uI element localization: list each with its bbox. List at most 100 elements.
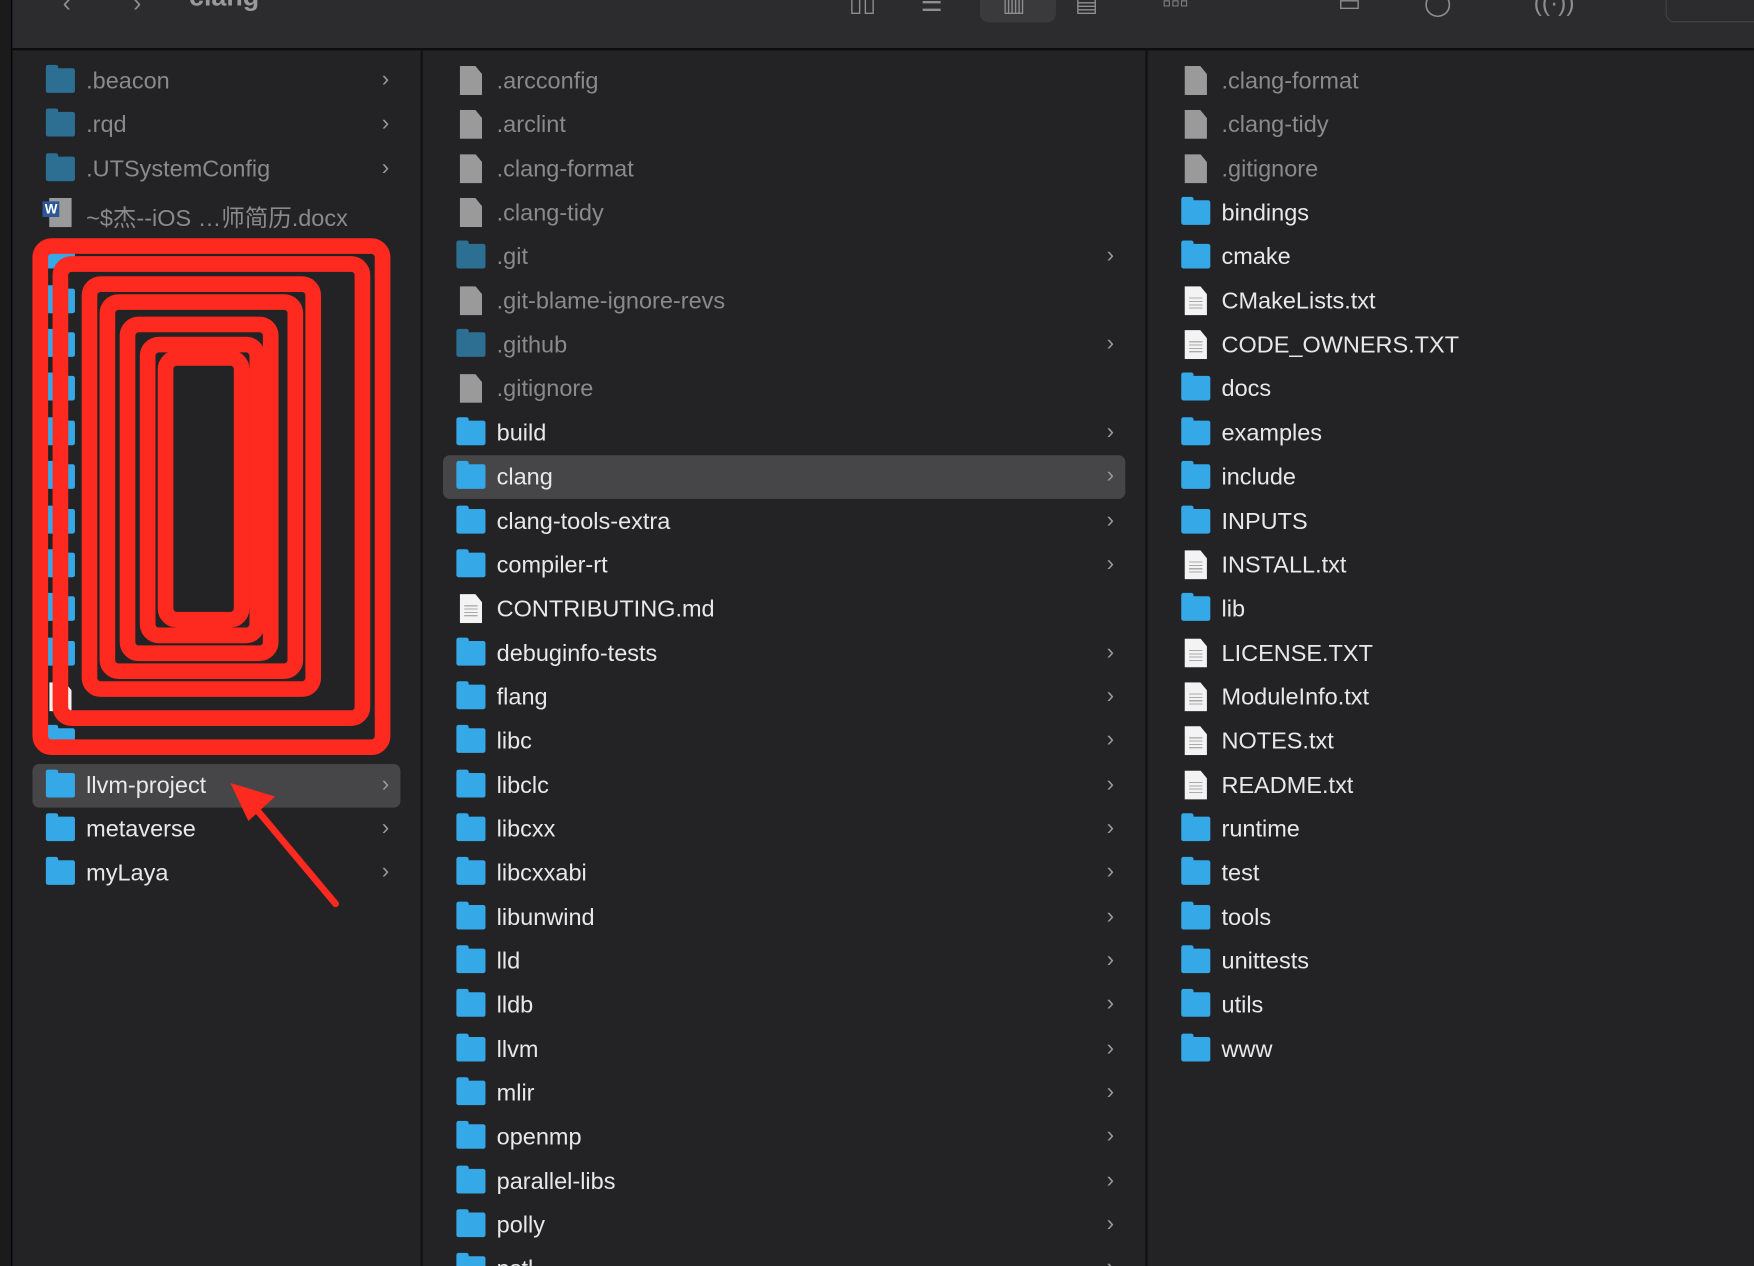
list-item[interactable]: libunwind › [443,896,1125,940]
list-item[interactable]: myLaya › [32,852,400,896]
list-item[interactable] [32,587,400,631]
list-item[interactable]: bindings [1168,191,1734,235]
list-item[interactable]: INPUTS [1168,499,1734,543]
list-item[interactable]: www [1168,1028,1734,1072]
group-icon[interactable]: ▫▫▫ [1162,0,1188,18]
list-item[interactable]: .git-blame-ignore-revs [443,279,1125,323]
folder-icon [45,328,75,357]
item-label: CMakeLists.txt [1221,288,1376,315]
list-item[interactable]: polly › [443,1204,1125,1248]
search-field[interactable] [1665,0,1754,23]
file-icon [1184,110,1207,140]
folder-icon [456,417,486,445]
list-view-icon[interactable]: ☰ [921,0,943,18]
list-item[interactable]: lib [1168,587,1734,631]
list-item[interactable]: ~$杰--iOS …师简历.docx [32,191,400,235]
list-item[interactable] [32,720,400,764]
list-item[interactable]: .clang-tidy [1168,103,1734,147]
folder-icon [456,769,486,798]
list-item[interactable]: .clang-format [1168,59,1734,103]
list-item[interactable]: cmake [1168,235,1734,279]
column-3[interactable]: .clang-format .clang-tidy .gitignore bindin… [1148,50,1754,1266]
airdrop-icon[interactable]: ((·)) [1534,0,1575,18]
list-item[interactable] [32,323,400,367]
chevron-left-icon[interactable]: ‹ [63,0,71,18]
item-label: www [1221,1036,1273,1063]
chevron-right-icon: › [1106,1211,1115,1237]
list-item[interactable]: libclc › [443,764,1125,808]
list-item[interactable]: .git › [443,235,1125,279]
list-item[interactable]: llvm-project › [32,763,401,808]
list-item[interactable]: LICENSE.TXT [1168,632,1734,676]
list-item[interactable]: examples [1168,411,1734,455]
list-item[interactable]: .clang-tidy [443,191,1125,235]
list-item[interactable]: tools [1168,896,1734,940]
list-item[interactable]: build › [443,411,1125,455]
list-item[interactable] [32,676,400,720]
column-1[interactable]: .beacon › .rqd › .UTSystemConfig › ~$杰--iOS …师… [12,50,423,1266]
list-item[interactable]: README.txt [1168,764,1734,808]
list-item[interactable]: pstl › [443,1248,1125,1266]
item-label: clang [496,464,553,491]
folder-icon [1181,989,1211,1018]
list-item[interactable]: CMakeLists.txt [1168,279,1734,323]
list-item[interactable]: .github › [443,323,1125,367]
list-item[interactable]: libc › [443,720,1125,764]
list-item[interactable]: .clang-format [443,147,1125,191]
list-item[interactable]: debuginfo-tests › [443,632,1125,676]
sidebar-toggle-icon[interactable]: ▯▯ [849,0,876,18]
list-item[interactable]: .arcconfig [443,59,1125,103]
folder-icon [45,549,75,578]
list-item[interactable] [32,411,400,455]
list-item[interactable]: compiler-rt › [443,543,1125,587]
list-item[interactable] [32,632,400,676]
list-item[interactable] [32,455,400,499]
list-item[interactable] [32,279,400,323]
gallery-view-icon[interactable]: ▤ [1075,0,1098,18]
list-item[interactable] [32,367,400,411]
list-item[interactable]: .arclint [443,103,1125,147]
list-item[interactable]: lldb › [443,984,1125,1028]
list-item[interactable]: ModuleInfo.txt [1168,676,1734,720]
list-item[interactable]: .rqd › [32,103,400,147]
list-item[interactable]: test [1168,852,1734,896]
list-item[interactable]: flang › [443,676,1125,720]
list-item[interactable]: mlir › [443,1072,1125,1116]
list-item[interactable]: lld › [443,940,1125,984]
list-item[interactable]: clang-tools-extra › [443,499,1125,543]
list-item[interactable]: docs [1168,367,1734,411]
list-item[interactable]: CONTRIBUTING.md [443,587,1125,631]
list-item[interactable]: clang › [442,455,1126,500]
list-item[interactable]: include [1168,455,1734,499]
list-item[interactable]: .gitignore [1168,147,1734,191]
list-item[interactable]: .gitignore [443,367,1125,411]
list-item[interactable]: parallel-libs › [443,1160,1125,1204]
list-item[interactable]: metaverse › [32,808,400,852]
item-label: .rqd [86,112,127,138]
column-2[interactable]: .arcconfig .arclint .clang-format .clang-ti… [423,50,1148,1266]
list-item[interactable]: .beacon › [32,59,400,103]
folder-icon [456,328,486,357]
list-item[interactable]: runtime [1168,808,1734,852]
list-item[interactable] [32,235,400,279]
list-item[interactable]: CODE_OWNERS.TXT [1168,323,1734,367]
list-item[interactable]: NOTES.txt [1168,720,1734,764]
list-item[interactable]: llvm › [443,1028,1125,1072]
list-item[interactable]: .UTSystemConfig › [32,147,400,191]
item-label: flang [496,684,548,711]
list-item[interactable]: utils [1168,984,1734,1028]
list-item[interactable]: INSTALL.txt [1168,543,1734,587]
chevron-right-icon[interactable]: › [133,0,141,18]
column-view-icon[interactable]: ▥ [1002,0,1025,18]
list-item[interactable] [32,543,400,587]
item-label: test [1221,860,1260,887]
item-label: debuginfo-tests [496,640,658,667]
list-item[interactable]: libcxxabi › [443,852,1125,896]
list-item[interactable]: openmp › [443,1116,1125,1160]
list-item[interactable]: unittests [1168,940,1734,984]
list-item[interactable] [32,499,400,543]
share-icon[interactable]: ▭ [1338,0,1361,18]
item-label: .clang-format [496,156,634,182]
list-item[interactable]: libcxx › [443,808,1125,852]
tag-icon[interactable]: ◯ [1424,0,1452,18]
